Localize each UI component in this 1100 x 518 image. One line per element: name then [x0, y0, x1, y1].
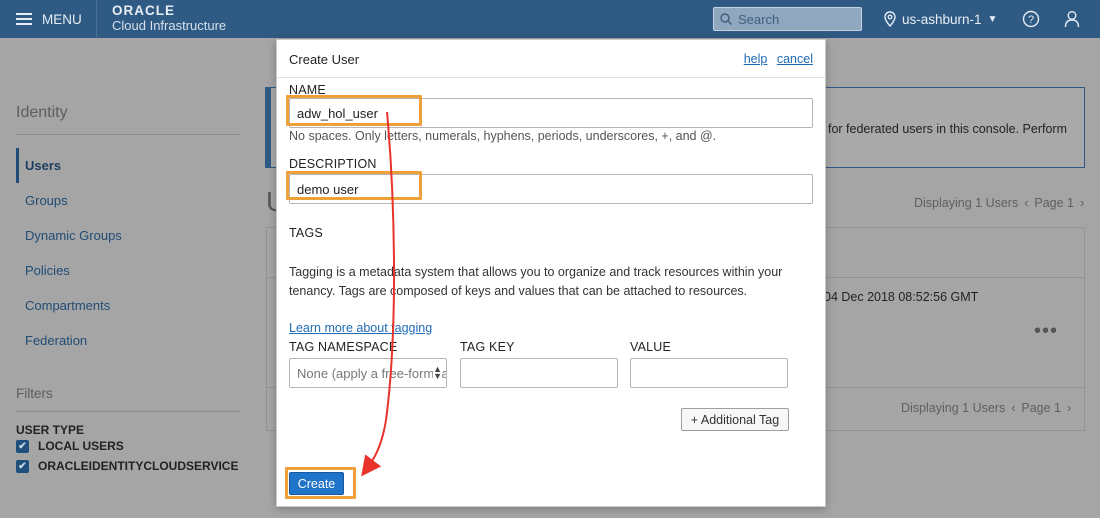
tags-description: Tagging is a metadata system that allows…: [289, 265, 783, 298]
dialog-title: Create User: [289, 52, 360, 67]
learn-more-tagging-link[interactable]: Learn more about tagging: [289, 321, 432, 335]
info-banner-text: for federated users in this console. Per…: [828, 122, 1068, 136]
help-icon[interactable]: ?: [1022, 10, 1040, 28]
local-users-checkbox-row[interactable]: ✔ LOCAL USERS: [16, 439, 124, 453]
dialog-header-links: help cancel: [738, 52, 813, 66]
tags-label: TAGS: [289, 226, 323, 240]
cancel-link[interactable]: cancel: [777, 52, 813, 66]
location-pin-icon: [884, 11, 896, 27]
sidebar-nav: Users Groups Dynamic Groups Policies Com…: [16, 148, 240, 358]
displaying-count: Displaying 1 Users: [901, 401, 1006, 415]
topbar-divider: [96, 0, 97, 38]
name-hint: No spaces. Only letters, numerals, hyphe…: [289, 129, 717, 143]
chevron-right-icon[interactable]: ›: [1067, 401, 1071, 415]
user-type-label: USER TYPE: [16, 423, 85, 437]
description-highlight-box: [286, 171, 422, 200]
tag-namespace-label: TAG NAMESPACE: [289, 340, 398, 354]
value-label: VALUE: [630, 340, 672, 354]
idcs-users-checkbox-row[interactable]: ✔ ORACLEIDENTITYCLOUDSERVICE: [16, 459, 238, 473]
sidebar-item-dynamic-groups[interactable]: Dynamic Groups: [16, 218, 240, 253]
dialog-header: Create User help cancel: [277, 40, 825, 78]
sidebar-item-federation[interactable]: Federation: [16, 323, 240, 358]
idcs-users-label: ORACLEIDENTITYCLOUDSERVICE: [38, 459, 239, 473]
user-profile-icon[interactable]: [1064, 10, 1080, 28]
filters-title: Filters: [16, 386, 53, 401]
tag-namespace-select[interactable]: None (apply a free-form tag) ▲ ▼: [289, 358, 447, 388]
pagination-top: Displaying 1 Users ‹ Page 1 ›: [914, 196, 1084, 210]
page-number: Page 1: [1034, 196, 1075, 210]
more-actions-icon[interactable]: •••: [1034, 320, 1058, 343]
name-highlight-box: [286, 95, 422, 126]
additional-tag-button[interactable]: + Additional Tag: [681, 408, 789, 431]
local-users-label: LOCAL USERS: [38, 439, 124, 453]
sidebar-item-users[interactable]: Users: [16, 148, 240, 183]
sidebar-item-groups[interactable]: Groups: [16, 183, 240, 218]
created-timestamp: 04 Dec 2018 08:52:56 GMT: [824, 290, 979, 304]
sidebar-divider: [16, 134, 240, 135]
menu-button[interactable]: MENU: [16, 0, 82, 38]
tag-namespace-placeholder: None (apply a free-form tag): [297, 365, 447, 381]
create-highlight-box: [285, 467, 356, 499]
checkbox-checked-icon[interactable]: ✔: [16, 439, 29, 453]
svg-text:?: ?: [1028, 14, 1034, 26]
select-arrows-icon: ▲ ▼: [433, 364, 442, 381]
region-label: us-ashburn-1: [902, 11, 982, 27]
search-input[interactable]: Search: [713, 7, 862, 31]
tag-value-input[interactable]: [630, 358, 788, 388]
search-placeholder: Search: [738, 11, 780, 27]
tag-key-input[interactable]: [460, 358, 618, 388]
help-link[interactable]: help: [744, 52, 768, 66]
top-bar: MENU ORACLE Cloud Infrastructure Search …: [0, 0, 1100, 38]
logo-line1: ORACLE: [112, 3, 175, 18]
search-icon: [720, 13, 732, 25]
logo-line2: Cloud Infrastructure: [112, 18, 227, 33]
checkbox-checked-icon[interactable]: ✔: [16, 459, 29, 473]
region-selector[interactable]: us-ashburn-1 ▼: [884, 0, 997, 38]
sidebar-title: Identity: [16, 104, 68, 121]
page-number: Page 1: [1021, 401, 1062, 415]
chevron-left-icon[interactable]: ‹: [1024, 196, 1028, 210]
hamburger-icon: [16, 13, 32, 25]
description-label: DESCRIPTION: [289, 157, 377, 171]
chevron-right-icon[interactable]: ›: [1080, 196, 1084, 210]
chevron-left-icon[interactable]: ‹: [1011, 401, 1015, 415]
tag-key-label: TAG KEY: [460, 340, 515, 354]
sidebar-item-compartments[interactable]: Compartments: [16, 288, 240, 323]
menu-label: MENU: [42, 11, 82, 27]
pagination-bottom: Displaying 1 Users ‹ Page 1 ›: [901, 401, 1071, 415]
oracle-cloud-logo[interactable]: ORACLE Cloud Infrastructure: [112, 4, 226, 34]
filters-divider: [16, 411, 240, 412]
sidebar-item-policies[interactable]: Policies: [16, 253, 240, 288]
displaying-count: Displaying 1 Users: [914, 196, 1019, 210]
chevron-down-icon: ▼: [987, 13, 998, 25]
